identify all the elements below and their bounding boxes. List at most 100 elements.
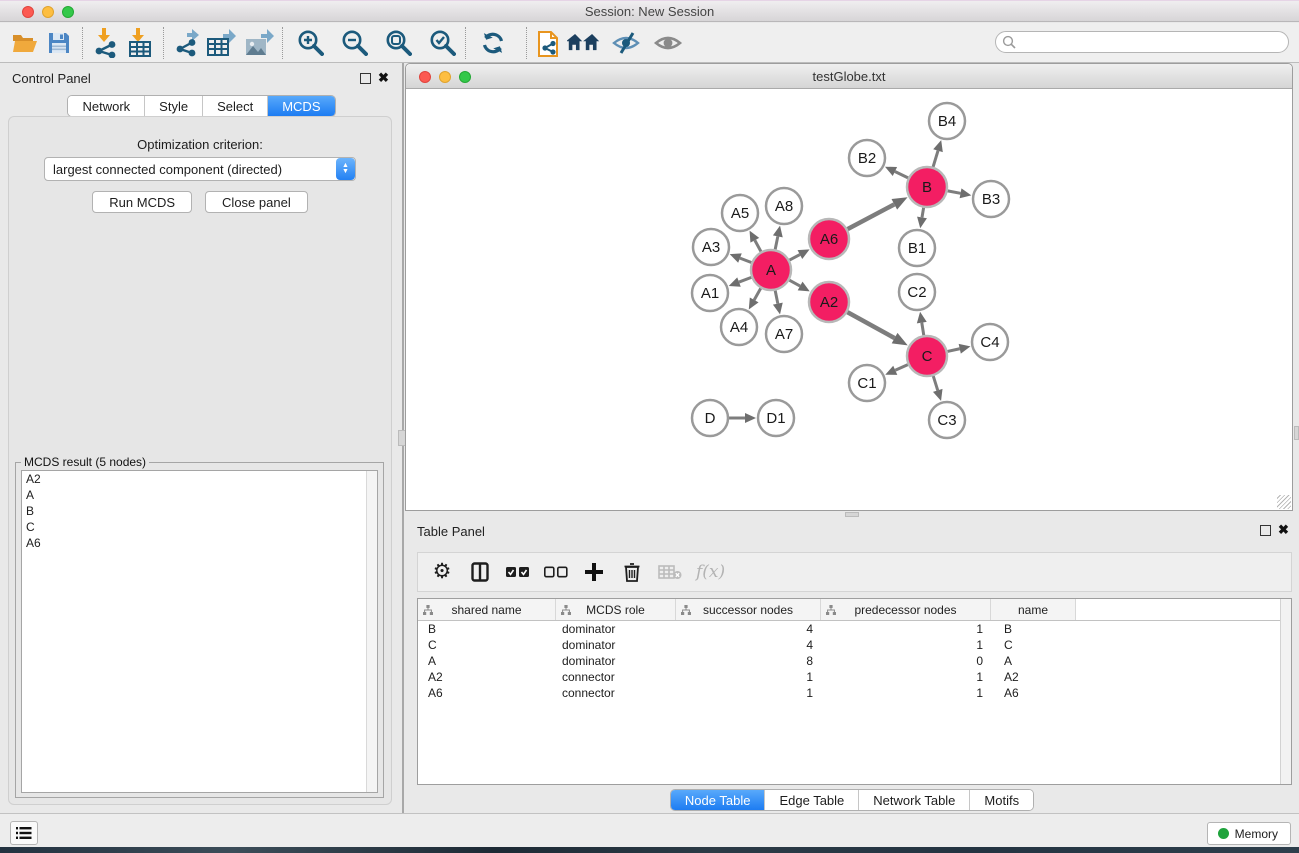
column-header-name[interactable]: name <box>991 599 1076 620</box>
task-history-button[interactable] <box>10 821 38 845</box>
export-image-icon[interactable] <box>242 26 276 60</box>
mcds-result-item[interactable]: A2 <box>22 471 377 487</box>
graph-edge-B-B4[interactable] <box>933 151 938 167</box>
search-box[interactable] <box>995 31 1289 53</box>
tab-node-table[interactable]: Node Table <box>671 790 766 810</box>
cell-name[interactable]: A2 <box>991 669 1076 685</box>
graph-edge-A-A5[interactable] <box>755 240 761 251</box>
zoom-in-icon[interactable] <box>293 26 327 60</box>
cell-successor[interactable]: 1 <box>676 669 821 685</box>
column-header-predecessor-nodes[interactable]: predecessor nodes <box>821 599 991 620</box>
cell-predecessor[interactable]: 1 <box>821 637 991 653</box>
cell-shared_name[interactable]: C <box>418 637 556 653</box>
cell-name[interactable]: A <box>991 653 1076 669</box>
network-close-button[interactable] <box>419 71 431 83</box>
table-row-A6[interactable]: A6connector11A6 <box>418 685 1291 701</box>
hide-selected-icon[interactable] <box>609 26 643 60</box>
right-splitter-handle[interactable] <box>1294 426 1299 440</box>
graph-edge-A6-B[interactable] <box>848 204 895 229</box>
add-column-icon[interactable] <box>582 558 606 586</box>
graph-edge-A2-C[interactable] <box>847 312 894 338</box>
graph-edge-A-A4[interactable] <box>754 288 761 300</box>
cell-successor[interactable]: 8 <box>676 653 821 669</box>
table-close-panel-icon[interactable]: ✖ <box>1278 522 1289 538</box>
cell-shared_name[interactable]: A2 <box>418 669 556 685</box>
horizontal-splitter-handle[interactable] <box>845 512 859 517</box>
refresh-view-icon[interactable] <box>476 26 510 60</box>
show-all-icon[interactable] <box>651 26 685 60</box>
zoom-out-icon[interactable] <box>337 26 371 60</box>
maximize-window-button[interactable] <box>62 6 74 18</box>
resize-grip-icon[interactable] <box>1277 495 1291 509</box>
network-window-titlebar[interactable]: testGlobe.txt <box>406 64 1292 89</box>
mcds-result-item[interactable]: A6 <box>22 535 377 551</box>
tab-select[interactable]: Select <box>203 96 268 116</box>
import-table-icon[interactable] <box>123 26 157 60</box>
column-header-successor-nodes[interactable]: successor nodes <box>676 599 821 620</box>
table-row-A[interactable]: Adominator80A <box>418 653 1291 669</box>
mcds-result-item[interactable]: B <box>22 503 377 519</box>
cell-predecessor[interactable]: 1 <box>821 685 991 701</box>
graph-edge-A-A3[interactable] <box>740 258 751 262</box>
table-row-A2[interactable]: A2connector11A2 <box>418 669 1291 685</box>
tab-edge-table[interactable]: Edge Table <box>765 790 859 810</box>
zoom-fit-icon[interactable] <box>381 26 415 60</box>
network-maximize-button[interactable] <box>459 71 471 83</box>
criterion-dropdown[interactable]: largest connected component (directed) ▲… <box>44 157 356 181</box>
run-mcds-button[interactable]: Run MCDS <box>92 191 192 213</box>
table-settings-icon[interactable]: ⚙ <box>430 558 454 586</box>
network-canvas[interactable]: B4B2BB3A5A8A6A3AB1A1A2C2A4A7C4CC1C3DD1 <box>406 89 1292 510</box>
unselect-all-icon[interactable] <box>544 558 568 586</box>
cell-successor[interactable]: 4 <box>676 637 821 653</box>
cell-shared_name[interactable]: A <box>418 653 556 669</box>
graph-edge-C-C3[interactable] <box>933 376 937 390</box>
memory-button[interactable]: Memory <box>1207 822 1291 845</box>
graph-edge-A-A6[interactable] <box>790 255 800 261</box>
search-input[interactable] <box>1016 35 1288 49</box>
cell-name[interactable]: C <box>991 637 1076 653</box>
cell-shared_name[interactable]: A6 <box>418 685 556 701</box>
graph-edge-B-B3[interactable] <box>948 191 961 193</box>
column-header-shared-name[interactable]: shared name <box>418 599 556 620</box>
graph-edge-A-A2[interactable] <box>789 280 800 286</box>
select-all-icon[interactable] <box>506 558 530 586</box>
table-row-B[interactable]: Bdominator41B <box>418 621 1291 637</box>
graph-edge-A-A7[interactable] <box>775 291 778 304</box>
graph-edge-B-B1[interactable] <box>922 208 924 218</box>
tab-style[interactable]: Style <box>145 96 203 116</box>
mcds-list-scrollbar[interactable] <box>366 471 377 792</box>
column-visibility-icon[interactable] <box>468 558 492 586</box>
table-scrollbar[interactable] <box>1280 599 1291 784</box>
tab-network-table[interactable]: Network Table <box>859 790 970 810</box>
cell-mcds_role[interactable]: dominator <box>556 653 676 669</box>
graph-edge-A-A8[interactable] <box>775 236 778 249</box>
network-minimize-button[interactable] <box>439 71 451 83</box>
mcds-result-item[interactable]: A <box>22 487 377 503</box>
cell-mcds_role[interactable]: dominator <box>556 621 676 637</box>
open-file-icon[interactable] <box>8 26 42 60</box>
minimize-window-button[interactable] <box>42 6 54 18</box>
graph-edge-B-B2[interactable] <box>895 171 908 177</box>
cell-mcds_role[interactable]: connector <box>556 685 676 701</box>
cell-name[interactable]: B <box>991 621 1076 637</box>
cell-name[interactable]: A6 <box>991 685 1076 701</box>
export-table-icon[interactable] <box>204 26 238 60</box>
tab-network[interactable]: Network <box>68 96 145 116</box>
cell-successor[interactable]: 1 <box>676 685 821 701</box>
column-header-mcds-role[interactable]: MCDS role <box>556 599 676 620</box>
float-panel-icon[interactable] <box>360 73 371 84</box>
cell-mcds_role[interactable]: connector <box>556 669 676 685</box>
cell-predecessor[interactable]: 1 <box>821 669 991 685</box>
first-neighbors-icon[interactable] <box>567 26 601 60</box>
cell-shared_name[interactable]: B <box>418 621 556 637</box>
graph-edge-C-C4[interactable] <box>947 349 959 352</box>
mcds-result-item[interactable]: C <box>22 519 377 535</box>
vertical-splitter[interactable] <box>402 63 404 813</box>
close-panel-icon[interactable]: ✖ <box>378 70 389 86</box>
table-float-panel-icon[interactable] <box>1260 525 1271 536</box>
save-session-icon[interactable] <box>42 26 76 60</box>
graph-edge-A-A1[interactable] <box>739 277 751 282</box>
export-network-icon[interactable] <box>170 26 204 60</box>
graph-edge-C-C2[interactable] <box>922 323 924 336</box>
cell-predecessor[interactable]: 1 <box>821 621 991 637</box>
